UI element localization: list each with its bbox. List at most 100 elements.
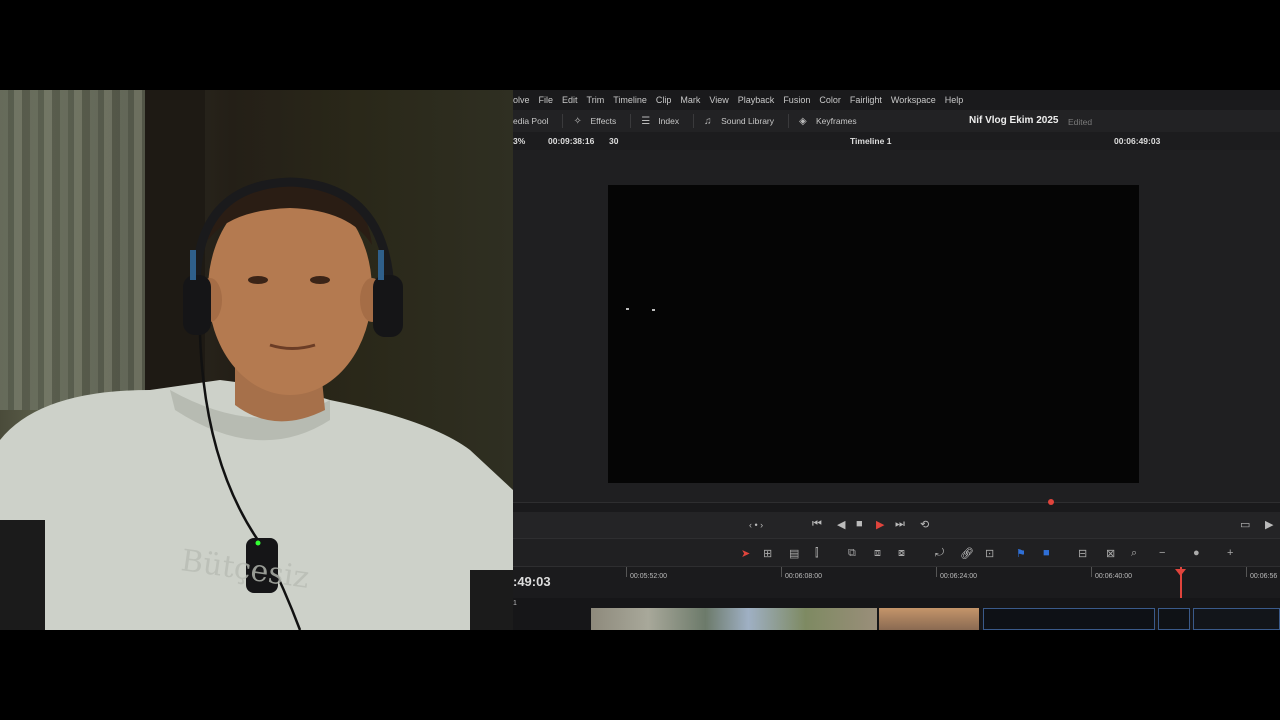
lock-icon[interactable]: ⊡ — [985, 547, 994, 560]
replace-clip-icon[interactable]: ⧇ — [898, 547, 905, 560]
video-track-1: 1 — [513, 598, 1280, 630]
track-number: 1 — [513, 600, 517, 607]
project-title: Nif Vlog Ekim 2025 — [969, 115, 1059, 126]
frame-highlight — [626, 308, 629, 310]
effects-button[interactable]: ✧ Effects — [573, 116, 616, 126]
person-illustration: Bütçesiz — [0, 177, 513, 630]
scrub-playhead[interactable] — [1048, 499, 1054, 505]
timeline-selector[interactable]: Timeline 1 — [850, 136, 891, 146]
zoom-detail-icon[interactable]: ⊠ — [1106, 547, 1115, 560]
index-button[interactable]: ☰ Index — [641, 116, 679, 126]
snapping-icon[interactable]: ⤾ — [935, 547, 944, 560]
zoom-out-icon[interactable]: − — [1159, 547, 1165, 559]
menu-item-file[interactable]: File — [539, 95, 554, 105]
blade-tool-icon[interactable]: ⫿ — [815, 547, 819, 560]
timeline-clip[interactable] — [591, 608, 877, 630]
toolbar-divider — [562, 114, 564, 128]
ruler-tick — [936, 567, 937, 577]
zoom-custom-icon[interactable]: ⌕ — [1131, 547, 1137, 560]
source-timecode: 00:09:38:16 — [548, 136, 595, 146]
keyframes-button[interactable]: ◈ Keyframes — [799, 116, 857, 126]
transport-controls: ‹ • › ⏮ ◀ ■ ▶ ⏭ ⟲ ▭ ▶ — [513, 512, 1280, 538]
menu-item-help[interactable]: Help — [945, 95, 964, 105]
timeline-toolbar: ➤ ⊞ ▤ ⫿ ⧉ ⧈ ⧇ ⤾ 🔗︎ ⊡ ⚑ ■ ⊟ ⊠ ⌕ − ● + — [513, 538, 1280, 567]
ruler-tick — [1091, 567, 1092, 577]
menu-item-fairlight[interactable]: Fairlight — [850, 95, 882, 105]
frame-highlight — [652, 309, 655, 311]
toolbar-divider — [630, 114, 632, 128]
stop-icon[interactable]: ■ — [856, 518, 863, 530]
toolbar-divider — [788, 114, 789, 128]
ruler-label: 00:05:52:00 — [630, 573, 667, 580]
bottom-letterbox — [0, 630, 1280, 720]
menu-item-trim[interactable]: Trim — [587, 95, 605, 105]
record-timecode: 00:06:49:03 — [1114, 136, 1161, 146]
zoom-slider-knob[interactable]: ● — [1193, 547, 1200, 559]
insert-clip-icon[interactable]: ⧉ — [848, 547, 856, 560]
menu-item-color[interactable]: Color — [819, 95, 841, 105]
zoom-full-icon[interactable]: ⊟ — [1078, 547, 1087, 560]
index-label: Index — [658, 116, 680, 126]
media-pool-button[interactable]: edia Pool — [513, 116, 548, 126]
sound-library-label: Sound Library — [721, 116, 774, 126]
marker-icon[interactable]: ■ — [1043, 547, 1050, 559]
timeline-clip[interactable] — [983, 608, 1155, 630]
menu-item-clip[interactable]: Clip — [656, 95, 672, 105]
menu-bar: olve File Edit Trim Timeline Clip Mark V… — [513, 90, 1280, 110]
project-status: Edited — [1068, 117, 1093, 127]
fullscreen-icon[interactable]: ▭ — [1240, 518, 1250, 531]
dynamic-trim-icon[interactable]: ▤ — [789, 547, 799, 560]
timeline-clip[interactable] — [879, 608, 979, 630]
skip-to-end-icon[interactable]: ⏭ — [895, 518, 905, 531]
effects-label: Effects — [590, 116, 617, 126]
list-icon: ☰ — [641, 115, 651, 127]
viewer-info-bar: 3% 00:09:38:16 30 Timeline 1 00:06:49:03 — [513, 132, 1280, 150]
music-note-icon: ♫ — [704, 115, 712, 127]
play-icon[interactable]: ▶ — [876, 518, 884, 531]
trim-tool-icon[interactable]: ⊞ — [763, 547, 772, 560]
timeline-viewer — [513, 150, 1280, 502]
menu-item-playback[interactable]: Playback — [738, 95, 775, 105]
toolbar-divider — [693, 114, 695, 128]
ruler-label: 00:06:24:00 — [940, 573, 977, 580]
skip-to-start-icon[interactable]: ⏮ — [812, 518, 822, 531]
timeline-clip[interactable] — [1158, 608, 1190, 630]
timeline-ruler[interactable]: :49:03 00:05:52:00 00:06:08:00 00:06:24:… — [513, 566, 1280, 630]
sound-library-button[interactable]: ♫ Sound Library — [704, 116, 774, 126]
menu-item-timeline[interactable]: Timeline — [613, 95, 647, 105]
menu-item-view[interactable]: View — [709, 95, 728, 105]
reverse-play-icon[interactable]: ◀ — [837, 518, 845, 531]
top-letterbox — [0, 0, 1280, 90]
next-frame-icon[interactable]: ▶ — [1265, 518, 1273, 531]
menu-item-resolve[interactable]: olve — [513, 95, 530, 105]
ruler-tick — [1246, 567, 1247, 577]
overwrite-clip-icon[interactable]: ⧈ — [874, 547, 881, 560]
menu-item-workspace[interactable]: Workspace — [891, 95, 936, 105]
flag-icon[interactable]: ⚑ — [1016, 547, 1026, 560]
timeline-clip[interactable] — [1193, 608, 1280, 630]
video-frame[interactable] — [608, 185, 1139, 483]
ruler-tick — [626, 567, 627, 577]
jog-control-icon[interactable]: ‹ • › — [749, 520, 763, 530]
keyframes-label: Keyframes — [816, 116, 857, 126]
menu-item-fusion[interactable]: Fusion — [783, 95, 810, 105]
zoom-in-icon[interactable]: + — [1227, 547, 1233, 559]
loop-icon[interactable]: ⟲ — [920, 518, 929, 531]
frame-rate: 30 — [609, 136, 619, 146]
zoom-level[interactable]: 3% — [513, 136, 525, 146]
magic-wand-icon: ✧ — [573, 115, 582, 127]
interface-toolbar: edia Pool ✧ Effects ☰ Index ♫ Sound Libr… — [513, 110, 1280, 132]
ruler-label: 00:06:08:00 — [785, 573, 822, 580]
ruler-tick — [781, 567, 782, 577]
ruler-label: 00:06:40:00 — [1095, 573, 1132, 580]
menu-item-mark[interactable]: Mark — [680, 95, 700, 105]
selection-arrow-icon[interactable]: ➤ — [741, 547, 750, 560]
ruler-label: 00:06:56 — [1250, 573, 1278, 580]
keyframe-icon: ◈ — [799, 115, 807, 127]
timeline-timecode: :49:03 — [513, 574, 551, 589]
link-icon[interactable]: 🔗︎ — [960, 547, 974, 560]
resolve-editor: olve File Edit Trim Timeline Clip Mark V… — [513, 90, 1280, 630]
media-pool-label: edia Pool — [513, 116, 549, 126]
webcam-overlay: Bütçesiz — [0, 90, 513, 630]
menu-item-edit[interactable]: Edit — [562, 95, 578, 105]
